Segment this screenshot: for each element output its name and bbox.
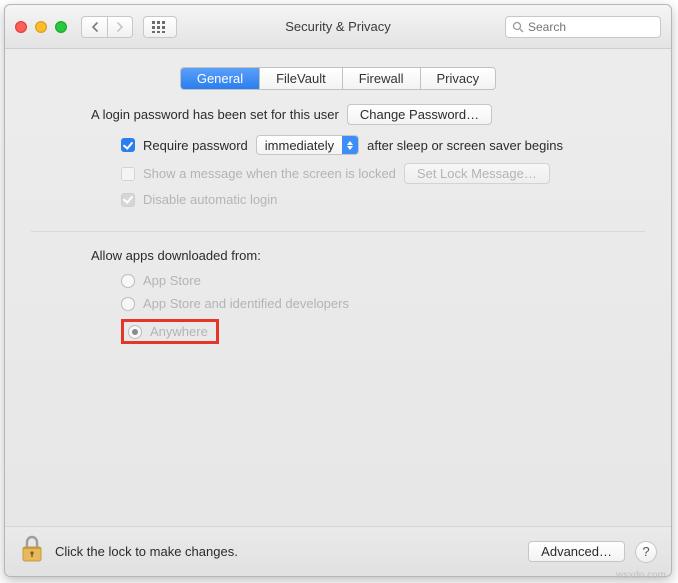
advanced-button[interactable]: Advanced…	[528, 541, 625, 562]
radio-app-store-label: App Store	[143, 273, 201, 288]
radio-anywhere	[128, 325, 142, 339]
require-password-delay-select[interactable]: immediately	[256, 135, 359, 155]
preferences-window: Security & Privacy General FileVault Fir…	[4, 4, 672, 577]
search-input[interactable]	[528, 20, 654, 34]
titlebar: Security & Privacy	[5, 5, 671, 49]
help-button[interactable]: ?	[635, 541, 657, 563]
show-message-label: Show a message when the screen is locked	[143, 166, 396, 181]
anywhere-highlight: Anywhere	[121, 319, 219, 344]
require-password-delay-value: immediately	[257, 138, 342, 153]
lock-text: Click the lock to make changes.	[55, 544, 238, 559]
tab-general[interactable]: General	[181, 68, 260, 89]
tab-privacy[interactable]: Privacy	[421, 68, 496, 89]
minimize-icon[interactable]	[35, 21, 47, 33]
allow-apps-header: Allow apps downloaded from:	[91, 248, 261, 263]
watermark: wsxdn.com	[616, 570, 666, 581]
disable-auto-login-checkbox	[121, 193, 135, 207]
divider	[31, 231, 645, 232]
radio-identified-developers-label: App Store and identified developers	[143, 296, 349, 311]
grid-icon	[152, 21, 168, 33]
after-sleep-text: after sleep or screen saver begins	[367, 138, 563, 153]
close-icon[interactable]	[15, 21, 27, 33]
tab-firewall[interactable]: Firewall	[343, 68, 421, 89]
radio-anywhere-label: Anywhere	[150, 324, 208, 339]
radio-identified-developers	[121, 297, 135, 311]
back-button[interactable]	[81, 16, 107, 38]
login-password-text: A login password has been set for this u…	[91, 107, 339, 122]
set-lock-message-button: Set Lock Message…	[404, 163, 550, 184]
show-all-button[interactable]	[143, 16, 177, 38]
forward-button[interactable]	[107, 16, 133, 38]
traffic-lights	[15, 21, 67, 33]
content-area: A login password has been set for this u…	[5, 100, 671, 526]
radio-app-store	[121, 274, 135, 288]
require-password-checkbox[interactable]	[121, 138, 135, 152]
show-message-checkbox	[121, 167, 135, 181]
tab-filevault[interactable]: FileVault	[260, 68, 343, 89]
footer: Click the lock to make changes. Advanced…	[5, 526, 671, 576]
nav-buttons	[81, 16, 133, 38]
tab-bar: General FileVault Firewall Privacy	[5, 49, 671, 100]
search-icon	[512, 21, 524, 33]
require-password-label: Require password	[143, 138, 248, 153]
disable-auto-login-label: Disable automatic login	[143, 192, 277, 207]
search-field[interactable]	[505, 16, 661, 38]
zoom-icon[interactable]	[55, 21, 67, 33]
change-password-button[interactable]: Change Password…	[347, 104, 492, 125]
lock-icon[interactable]	[19, 534, 45, 569]
select-stepper-icon	[342, 136, 358, 154]
